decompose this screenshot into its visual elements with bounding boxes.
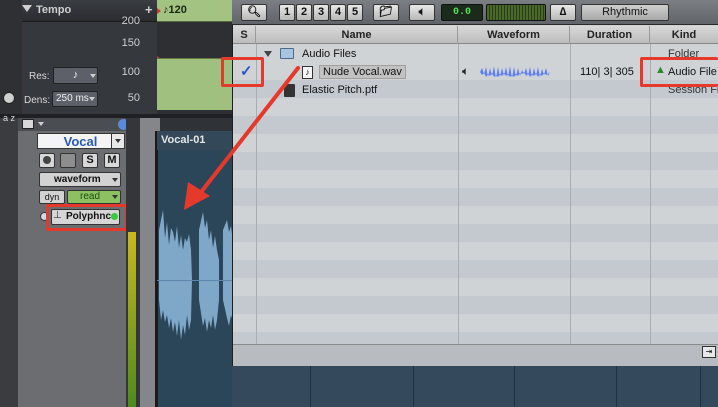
preset-3-button[interactable]: 3: [313, 4, 329, 21]
track-name-dropdown[interactable]: [111, 133, 125, 149]
speaker-icon[interactable]: 🔈︎: [462, 64, 469, 79]
track-options-icon[interactable]: [22, 119, 34, 129]
track-meter-level: [128, 232, 136, 407]
empty-row: [233, 260, 718, 278]
edit-window-lane: [232, 366, 718, 407]
annotation-highlight-box: [640, 57, 718, 87]
tuning-fork-icon: ∆: [559, 6, 567, 18]
preset-5-button[interactable]: 5: [347, 4, 363, 21]
dens-label: Dens:: [24, 95, 51, 106]
column-header-kind[interactable]: Kind: [650, 26, 718, 44]
tempo-event-marker: [157, 8, 161, 14]
track-list-column: [0, 118, 18, 407]
browser-column-header: S Name Waveform Duration Kind: [233, 26, 718, 44]
waveform-thumbnail: [480, 66, 550, 78]
grid-line: [310, 366, 311, 407]
resolution-selector[interactable]: ♪: [53, 67, 98, 84]
folder-arrow-icon: 📁︎: [379, 6, 393, 18]
empty-row: [233, 242, 718, 260]
chevron-down-icon: [112, 178, 118, 182]
note-value-icon: ♪: [72, 69, 79, 81]
input-monitor-button[interactable]: [60, 153, 76, 168]
tempo-ruler-value: 200: [121, 15, 140, 27]
tempo-add-button[interactable]: +: [145, 2, 153, 17]
tempo-ruler-value: 100: [121, 66, 140, 78]
tempo-ruler-value: 150: [121, 37, 140, 49]
tempo-ruler-value: 50: [127, 92, 140, 104]
preview-speaker-button[interactable]: 🔈︎: [409, 4, 435, 21]
track-view-label: waveform: [54, 174, 101, 185]
tempo-marker-value: 120: [168, 4, 187, 16]
column-header-duration[interactable]: Duration: [570, 26, 650, 44]
record-enable-button[interactable]: [39, 153, 55, 168]
column-divider: [570, 44, 571, 344]
record-icon: [43, 156, 51, 164]
file-duration: 110| 3| 305: [580, 66, 634, 78]
res-label: Res:: [29, 71, 50, 82]
zoom-toggle-icon[interactable]: [3, 92, 15, 104]
tempo-marker[interactable]: ♪120: [163, 4, 187, 16]
empty-row: [233, 278, 718, 296]
empty-row: [233, 296, 718, 314]
annotation-arrow: [184, 66, 300, 210]
density-value: 250 ms: [56, 93, 89, 104]
track-header: [18, 118, 140, 407]
chevron-down-icon: [90, 74, 96, 78]
column-header-waveform[interactable]: Waveform: [458, 26, 570, 44]
empty-row: [233, 332, 718, 344]
new-folder-button[interactable]: 📁︎: [373, 4, 399, 21]
speaker-icon: 🔈︎: [418, 6, 426, 18]
column-divider: [650, 44, 651, 344]
automation-mode-label: read: [80, 191, 101, 202]
preset-1-button[interactable]: 1: [279, 4, 295, 21]
track-view-selector[interactable]: waveform: [39, 172, 121, 187]
file-name-highlight[interactable]: Nude Vocal.wav: [319, 65, 406, 79]
chevron-down-icon: [115, 139, 121, 143]
chevron-down-icon: [112, 195, 118, 199]
grid-line: [514, 366, 515, 407]
chevron-down-icon: [38, 122, 44, 126]
column-header-name[interactable]: Name: [256, 26, 458, 44]
disclosure-triangle-icon[interactable]: [264, 51, 272, 57]
file-name[interactable]: Elastic Pitch.ptf: [302, 81, 377, 99]
grid-line: [616, 366, 617, 407]
chevron-down-icon: [89, 97, 95, 101]
automation-mode-selector[interactable]: read: [67, 190, 121, 204]
tempo-disclosure-icon[interactable]: [22, 5, 32, 12]
mute-button[interactable]: M: [104, 153, 120, 168]
automation-selector[interactable]: dyn: [39, 190, 65, 204]
annotation-highlight-box: [46, 204, 128, 231]
grid-line: [413, 366, 414, 407]
preset-2-button[interactable]: 2: [296, 4, 312, 21]
solo-button[interactable]: S: [82, 153, 98, 168]
az-sort-label[interactable]: a z: [2, 113, 16, 123]
tempo-label: Tempo: [36, 4, 72, 16]
expand-icon[interactable]: ⇥: [702, 346, 716, 358]
file-name[interactable]: Nude Vocal.wav: [319, 63, 406, 81]
search-button[interactable]: 🔍︎: [241, 4, 267, 21]
browser-status-bar: [233, 344, 718, 366]
empty-row: [233, 314, 718, 332]
search-icon: 🔍︎: [247, 6, 261, 18]
column-header-s[interactable]: S: [233, 26, 256, 44]
preset-4-button[interactable]: 4: [330, 4, 346, 21]
folder-icon: [280, 48, 294, 59]
empty-row: [233, 224, 718, 242]
elastic-analysis-button[interactable]: ∆: [550, 4, 576, 21]
column-divider: [458, 44, 459, 344]
preview-level-meter: [486, 4, 546, 21]
file-name[interactable]: Audio Files: [302, 45, 356, 63]
track-header-toolbar: [18, 118, 140, 131]
density-selector[interactable]: 250 ms: [52, 91, 98, 107]
preview-volume-readout[interactable]: 0.0: [441, 4, 483, 21]
grid-line: [700, 366, 701, 407]
elastic-mode-selector[interactable]: Rhythmic: [581, 4, 669, 21]
